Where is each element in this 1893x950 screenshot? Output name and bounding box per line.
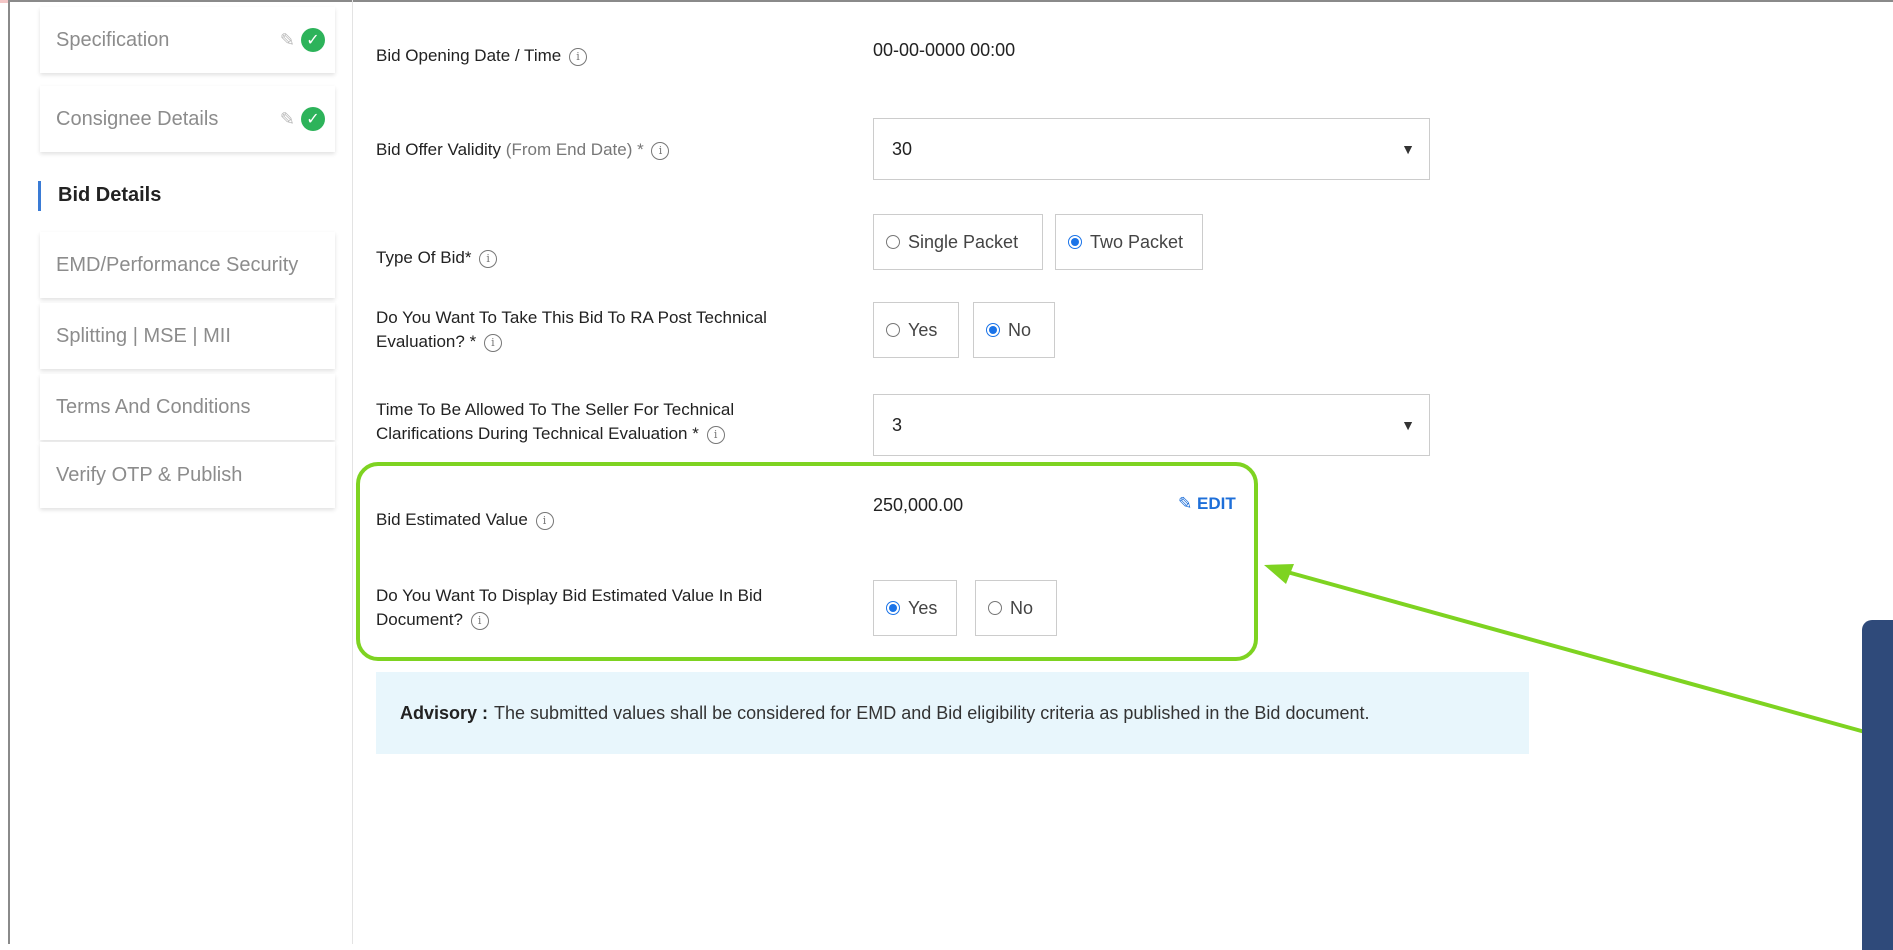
pencil-icon: ✎ (279, 29, 295, 50)
sidebar-item-label: Consignee Details (56, 107, 219, 130)
info-icon[interactable]: i (651, 141, 670, 160)
advisory-title: Advisory : (400, 702, 489, 723)
sidebar-item-terms-and-conditions[interactable]: Terms And Conditions (40, 374, 335, 440)
sidebar-item-label: Verify OTP & Publish (56, 463, 243, 486)
sidebar-item-splitting-mse-mii[interactable]: Splitting | MSE | MII (40, 303, 335, 369)
info-icon[interactable]: i (483, 333, 502, 352)
bid-opening-value: 00-00-0000 00:00 (873, 40, 1016, 60)
check-circle-icon: ✓ (301, 107, 325, 131)
highlight-box (356, 462, 1258, 661)
check-circle-icon: ✓ (301, 28, 325, 52)
bid-opening-label-text: Bid Opening Date / Time (376, 46, 562, 65)
advisory-text: The submitted values shall be considered… (494, 702, 1370, 723)
chevron-down-icon: ▼ (1401, 141, 1415, 157)
radio-unchecked-icon (886, 235, 900, 249)
offer-validity-label-text: Bid Offer Validity (376, 140, 502, 159)
sidebar-item-verify-otp-publish[interactable]: Verify OTP & Publish (40, 442, 335, 508)
tech-clarification-select[interactable]: 3 ▼ (873, 394, 1430, 456)
ra-post-technical-no[interactable]: No (973, 302, 1055, 358)
chevron-down-icon: ▼ (1401, 417, 1415, 433)
offer-validity-label-suffix: (From End Date) * (505, 140, 644, 159)
radio-unchecked-icon (886, 323, 900, 337)
sidebar-item-specification[interactable]: Specification ✎ ✓ (40, 7, 335, 73)
sidebar-item-label: Terms And Conditions (56, 395, 251, 418)
side-panel-tab[interactable] (1862, 620, 1893, 950)
sidebar-item-label: EMD/Performance Security (56, 253, 299, 276)
tech-clarification-label-line1: Time To Be Allowed To The Seller For Tec… (376, 400, 735, 419)
sidebar-item-bid-details[interactable]: Bid Details (38, 165, 335, 225)
type-of-bid-single-packet[interactable]: Single Packet (873, 214, 1043, 270)
type-of-bid-label: Type Of Bid* i (376, 246, 498, 270)
sidebar-divider (352, 0, 353, 944)
bid-opening-label: Bid Opening Date / Time i (376, 44, 587, 68)
advisory-banner: Advisory : The submitted values shall be… (376, 672, 1529, 754)
radio-checked-icon (1068, 235, 1082, 249)
sidebar-item-label: Bid Details (58, 183, 162, 206)
tech-clarification-value: 3 (892, 414, 903, 435)
radio-checked-icon (986, 323, 1000, 337)
offer-validity-label: Bid Offer Validity (From End Date) * i (376, 138, 670, 162)
type-of-bid-two-packet[interactable]: Two Packet (1055, 214, 1203, 270)
active-indicator (38, 181, 41, 211)
pencil-icon: ✎ (279, 108, 295, 129)
type-of-bid-label-text: Type Of Bid* (376, 248, 472, 267)
option-label: Single Packet (908, 231, 1019, 252)
sidebar-item-label: Splitting | MSE | MII (56, 324, 231, 347)
ra-post-technical-yes[interactable]: Yes (873, 302, 959, 358)
offer-validity-value: 30 (892, 138, 913, 159)
info-icon[interactable]: i (479, 249, 498, 268)
sidebar-item-status: ✎ ✓ (280, 107, 325, 131)
sidebar-item-consignee-details[interactable]: Consignee Details ✎ ✓ (40, 86, 335, 152)
option-label: No (1008, 319, 1032, 340)
info-icon[interactable]: i (568, 47, 587, 66)
sidebar-item-emd-performance-security[interactable]: EMD/Performance Security (40, 232, 335, 298)
tech-clarification-label-line2: Clarifications During Technical Evaluati… (376, 424, 699, 443)
option-label: Two Packet (1090, 231, 1184, 252)
sidebar-item-status: ✎ ✓ (280, 28, 325, 52)
info-icon[interactable]: i (706, 425, 725, 444)
ra-post-technical-label: Do You Want To Take This Bid To RA Post … (376, 306, 767, 354)
offer-validity-select[interactable]: 30 ▼ (873, 118, 1430, 180)
tech-clarification-label: Time To Be Allowed To The Seller For Tec… (376, 398, 734, 446)
ra-post-technical-label-line1: Do You Want To Take This Bid To RA Post … (376, 308, 767, 327)
sidebar-item-label: Specification (56, 28, 170, 51)
option-label: Yes (908, 319, 938, 340)
ra-post-technical-label-line2: Evaluation? * (376, 332, 477, 351)
